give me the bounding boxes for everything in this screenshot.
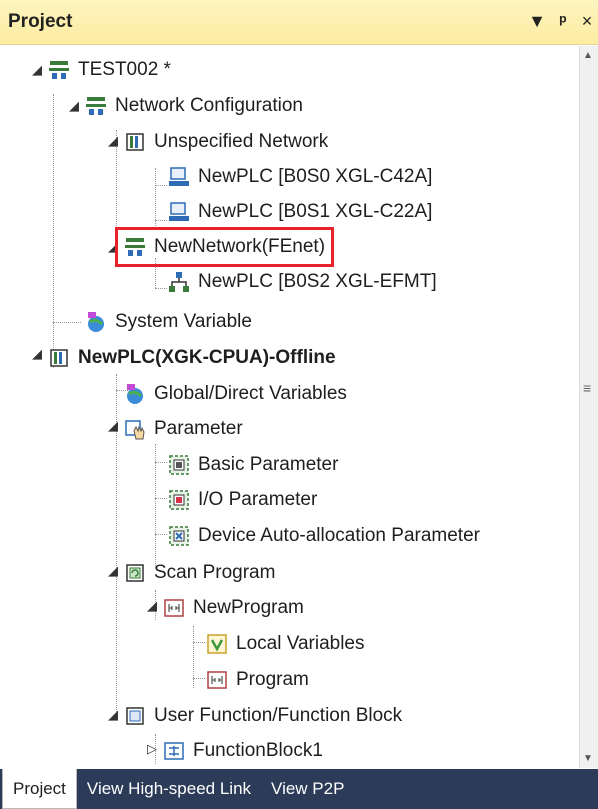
tree-node-plc-b0s0[interactable]: NewPLC [B0S0 XGL-C42A] [167, 160, 432, 194]
tree-node-unspecified-network[interactable]: Unspecified Network [123, 125, 328, 159]
tree-node-device-auto-allocation[interactable]: Device Auto-allocation Parameter [167, 519, 480, 553]
collapse-arrow-icon[interactable]: ◢ [145, 599, 159, 613]
bottom-tab-bar: Project View High-speed Link View P2P [0, 769, 598, 809]
function-block-icon [164, 742, 184, 760]
tree-node-program[interactable]: Program [205, 663, 309, 697]
scan-program-icon [126, 564, 144, 582]
node-label: Local Variables [236, 633, 365, 654]
tree-line [155, 168, 156, 228]
node-label: User Function/Function Block [154, 705, 403, 726]
variable-globe-icon [88, 312, 104, 332]
tree-line [155, 462, 167, 463]
tree-line [193, 678, 205, 679]
tree-line [155, 534, 167, 535]
project-tree[interactable]: ◢ ◢ ◢ ◢ ◢ ◢ ◢ ◢ ◢ ▷ TEST002 * Network Co… [0, 46, 580, 768]
tree-node-system-variable[interactable]: System Variable [84, 305, 252, 339]
collapse-arrow-icon[interactable]: ◢ [67, 99, 81, 113]
collapse-arrow-icon[interactable]: ◢ [30, 63, 44, 77]
node-label: NewPLC [B0S1 XGL-C22A] [198, 201, 433, 222]
tree-node-local-variables[interactable]: Local Variables [205, 627, 365, 661]
tree-line [155, 185, 167, 186]
tree-node-function-block1[interactable]: FunctionBlock1 [162, 734, 323, 768]
tree-line [53, 322, 81, 323]
node-label: System Variable [115, 311, 252, 332]
tree-line [155, 498, 167, 499]
parameter-hand-icon [125, 420, 145, 440]
node-label: Parameter [154, 418, 243, 439]
tree-node-new-network-fenet[interactable]: NewNetwork(FEnet) [114, 227, 335, 267]
vertical-scrollbar[interactable]: ▲ ≡ ▼ [579, 46, 598, 768]
tree-node-project-root[interactable]: TEST002 * [47, 53, 171, 87]
program-icon [164, 599, 184, 617]
io-parameter-icon [169, 490, 189, 510]
plc-rack-icon [126, 133, 144, 151]
tree-node-plc-b0s2[interactable]: NewPLC [B0S2 XGL-EFMT] [167, 265, 437, 299]
network-icon [125, 238, 145, 256]
node-label: FunctionBlock1 [193, 740, 323, 761]
tab-view-high-speed-link[interactable]: View High-speed Link [77, 769, 261, 809]
tree-node-global-direct-variables[interactable]: Global/Direct Variables [123, 377, 347, 411]
node-label: I/O Parameter [198, 489, 318, 510]
tree-node-parameter[interactable]: Parameter [123, 412, 243, 446]
collapse-arrow-icon[interactable]: ◢ [106, 564, 120, 578]
tab-project[interactable]: Project [2, 769, 77, 809]
tree-node-new-program[interactable]: NewProgram [162, 591, 304, 625]
function-block-folder-icon [126, 707, 144, 725]
tree-node-io-parameter[interactable]: I/O Parameter [167, 483, 317, 517]
tree-line [155, 220, 167, 221]
node-label: TEST002 * [78, 59, 171, 80]
node-label: Network Configuration [115, 95, 303, 116]
tree-node-plc-b0s1[interactable]: NewPLC [B0S1 XGL-C22A] [167, 195, 432, 229]
tree-node-basic-parameter[interactable]: Basic Parameter [167, 448, 338, 482]
expand-arrow-icon[interactable]: ▷ [145, 742, 159, 756]
node-label: NewPLC(XGK-CPUA)-Offline [78, 347, 336, 368]
panel-header: Project ▼ ᵖ × [0, 0, 598, 45]
node-label: Basic Parameter [198, 454, 339, 475]
close-icon[interactable]: × [576, 8, 598, 34]
tree-node-plc-offline[interactable]: NewPLC(XGK-CPUA)-Offline [47, 341, 336, 375]
collapse-arrow-icon[interactable]: ◢ [106, 708, 120, 722]
scroll-down-arrow-icon[interactable]: ▼ [583, 753, 593, 764]
node-label: NewPLC [B0S2 XGL-EFMT] [198, 271, 437, 292]
network-configuration-icon [86, 97, 106, 115]
tree-line [193, 642, 205, 643]
pin-icon[interactable]: ᵖ [552, 8, 574, 34]
plc-rack-icon [50, 349, 68, 367]
tree-line [155, 288, 167, 289]
tree-node-network-configuration[interactable]: Network Configuration [84, 89, 303, 123]
plc-module-icon [169, 202, 189, 221]
local-variables-icon [207, 634, 227, 654]
network-icon [49, 61, 69, 79]
dropdown-arrow-icon[interactable]: ▼ [526, 8, 548, 34]
collapse-arrow-icon[interactable]: ◢ [106, 419, 120, 433]
scroll-up-arrow-icon[interactable]: ▲ [583, 50, 593, 61]
variable-globe-icon [127, 384, 143, 404]
node-label: Program [236, 669, 309, 690]
plc-module-icon [169, 167, 189, 186]
node-label: Unspecified Network [154, 131, 329, 152]
tree-node-scan-program[interactable]: Scan Program [123, 556, 275, 590]
panel-title: Project [8, 11, 73, 32]
tree-line [53, 94, 54, 368]
ethernet-node-icon [169, 272, 189, 292]
device-allocation-icon [169, 526, 189, 546]
scroll-grip-icon[interactable]: ≡ [583, 380, 591, 396]
basic-parameter-icon [169, 455, 189, 475]
node-label: Scan Program [154, 562, 276, 583]
node-label: Device Auto-allocation Parameter [198, 525, 480, 546]
collapse-arrow-icon[interactable]: ◢ [106, 134, 120, 148]
node-label: Global/Direct Variables [154, 383, 347, 404]
node-label: NewNetwork(FEnet) [154, 236, 326, 257]
node-label: NewProgram [193, 597, 304, 618]
tab-view-p2p[interactable]: View P2P [261, 769, 354, 809]
node-label: NewPLC [B0S0 XGL-C42A] [198, 166, 433, 187]
collapse-arrow-icon[interactable]: ◢ [30, 347, 44, 361]
program-icon [207, 671, 227, 689]
tree-node-user-function-block[interactable]: User Function/Function Block [123, 699, 402, 733]
